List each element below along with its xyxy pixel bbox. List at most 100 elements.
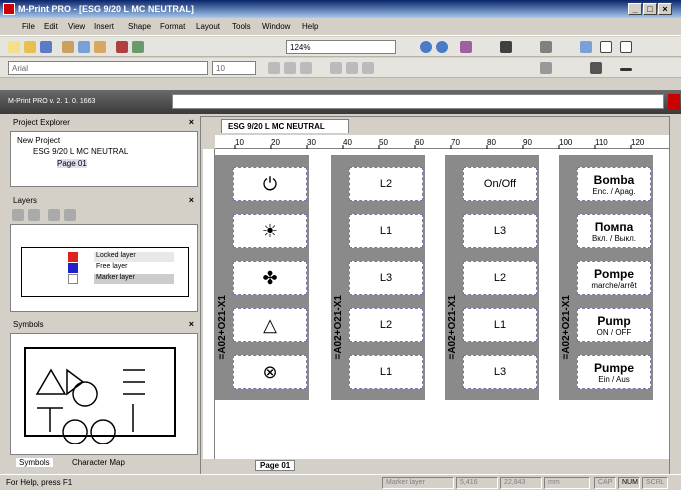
close-icon[interactable]: × <box>189 195 194 205</box>
new-icon[interactable] <box>8 41 20 53</box>
label-cell[interactable]: ✤ <box>233 261 307 295</box>
close-button[interactable]: × <box>658 3 672 15</box>
label-cell[interactable]: L3 <box>349 261 423 295</box>
label-cell[interactable]: L1 <box>349 214 423 248</box>
label-cell[interactable]: L2 <box>349 167 423 201</box>
tab-symbols[interactable]: Symbols <box>16 458 53 467</box>
label-cell[interactable]: ⊗ <box>233 355 307 389</box>
label-cell[interactable]: L3 <box>463 355 537 389</box>
maximize-button[interactable]: □ <box>643 3 657 15</box>
label-cell[interactable]: Помпа Вкл. / Выкл. <box>577 214 651 248</box>
cell-subtitle: ON / OFF <box>596 327 632 337</box>
italic-icon[interactable] <box>284 62 296 74</box>
layer-color-white[interactable] <box>68 274 78 284</box>
menu-help[interactable]: Help <box>302 22 318 31</box>
label-cell[interactable]: Pompe marche/arrêt <box>577 261 651 295</box>
line-style-icon[interactable] <box>620 68 632 71</box>
label-strip[interactable]: =A02+O21-X1 On/Off L3 L2 L1 L3 <box>445 155 539 400</box>
label-strip[interactable]: =A02+O21-X1 ⏻ ☀ ✤ △ ⊗ <box>215 155 309 400</box>
move-up-icon[interactable] <box>48 209 60 221</box>
tree-page[interactable]: Page 01 <box>57 159 87 168</box>
delete-icon[interactable] <box>116 41 128 53</box>
zoom-in-icon[interactable] <box>420 41 432 53</box>
page-tab[interactable]: Page 01 <box>255 460 296 471</box>
menu-file[interactable]: File <box>22 22 35 31</box>
tree-project[interactable]: New Project <box>17 136 60 145</box>
rect-icon[interactable] <box>600 41 612 53</box>
line-color-icon[interactable] <box>590 62 602 74</box>
menu-window[interactable]: Window <box>262 22 290 31</box>
add-layer-icon[interactable] <box>12 209 24 221</box>
grid-icon[interactable] <box>460 41 472 53</box>
menu-insert[interactable]: Insert <box>94 22 114 31</box>
label-cell[interactable]: ⏻ <box>233 167 307 201</box>
label-canvas[interactable]: =A02+O21-X1 ⏻ ☀ ✤ △ ⊗ =A02+O21-X1 L2 L1 L3 L2 L1 =A0… <box>215 149 669 459</box>
ruler-label: 70 <box>451 138 460 147</box>
menu-layout[interactable]: Layout <box>196 22 220 31</box>
text-color-icon[interactable] <box>540 62 552 74</box>
image-icon[interactable] <box>620 41 632 53</box>
layer-locked[interactable]: Locked layer <box>94 252 174 262</box>
strip-label: =A02+O21-X1 <box>333 295 344 360</box>
font-size-select[interactable]: 10 <box>212 61 256 75</box>
close-icon[interactable]: × <box>189 319 194 329</box>
menu-tools[interactable]: Tools <box>232 22 251 31</box>
bold-icon[interactable] <box>268 62 280 74</box>
minimize-button[interactable]: _ <box>628 3 642 15</box>
open-icon[interactable] <box>24 41 36 53</box>
label-cell[interactable]: Bomba Enc. / Apag. <box>577 167 651 201</box>
document-tab[interactable]: ESG 9/20 L MC NEUTRAL <box>221 119 349 133</box>
underline-icon[interactable] <box>300 62 312 74</box>
label-cell[interactable]: Pump ON / OFF <box>577 308 651 342</box>
align-center-icon[interactable] <box>346 62 358 74</box>
menu-view[interactable]: View <box>68 22 85 31</box>
frame-icon[interactable] <box>500 41 512 53</box>
cell-title: Помпа <box>594 219 634 234</box>
zoom-field[interactable]: 124% <box>286 40 396 54</box>
select-icon[interactable] <box>580 41 592 53</box>
delete-layer-icon[interactable] <box>28 209 40 221</box>
tree-item[interactable]: ESG 9/20 L MC NEUTRAL <box>33 147 128 156</box>
label-cell[interactable]: Pumpe Ein / Aus <box>577 355 651 389</box>
label-cell[interactable]: L1 <box>349 355 423 389</box>
undo-icon[interactable] <box>132 41 144 53</box>
ruler-label: 20 <box>271 138 280 147</box>
font-select[interactable]: Arial <box>8 61 208 75</box>
cell-title: Pumpe <box>593 360 634 375</box>
command-input[interactable] <box>172 94 664 109</box>
label-cell[interactable]: L1 <box>463 308 537 342</box>
move-down-icon[interactable] <box>64 209 76 221</box>
label-strip[interactable]: =A02+O21-X1 Bomba Enc. / Apag. Помпа Вкл. / … <box>559 155 653 400</box>
label-cell[interactable]: △ <box>233 308 307 342</box>
layers-list: Locked layer Free layer Marker layer <box>21 247 189 297</box>
label-cell[interactable]: On/Off <box>463 167 537 201</box>
layer-free[interactable]: Free layer <box>94 263 174 273</box>
layer-marker[interactable]: Marker layer <box>94 274 174 284</box>
symbols-grid[interactable] <box>15 344 195 444</box>
cell-title: Pump <box>597 313 631 328</box>
label-cell[interactable]: L3 <box>463 214 537 248</box>
label-cell[interactable]: ☀ <box>233 214 307 248</box>
align-left-icon[interactable] <box>330 62 342 74</box>
align-icon[interactable] <box>540 41 552 53</box>
zoom-out-icon[interactable] <box>436 41 448 53</box>
menu-edit[interactable]: Edit <box>44 22 58 31</box>
symbols-title: Symbols <box>13 320 44 329</box>
layers-panel: Locked layer Free layer Marker layer <box>10 224 198 312</box>
save-icon[interactable] <box>40 41 52 53</box>
light-icon: ☀ <box>261 220 279 241</box>
layer-color-red[interactable] <box>68 252 78 262</box>
menu-format[interactable]: Format <box>160 22 185 31</box>
label-strip[interactable]: =A02+O21-X1 L2 L1 L3 L2 L1 <box>331 155 425 400</box>
cut-icon[interactable] <box>62 41 74 53</box>
align-right-icon[interactable] <box>362 62 374 74</box>
label-cell[interactable]: L2 <box>463 261 537 295</box>
paste-icon[interactable] <box>94 41 106 53</box>
project-explorer-title: Project Explorer <box>13 118 70 127</box>
tab-character-map[interactable]: Character Map <box>72 458 125 467</box>
copy-icon[interactable] <box>78 41 90 53</box>
menu-shape[interactable]: Shape <box>128 22 151 31</box>
label-cell[interactable]: L2 <box>349 308 423 342</box>
layer-color-blue[interactable] <box>68 263 78 273</box>
close-icon[interactable]: × <box>189 117 194 127</box>
